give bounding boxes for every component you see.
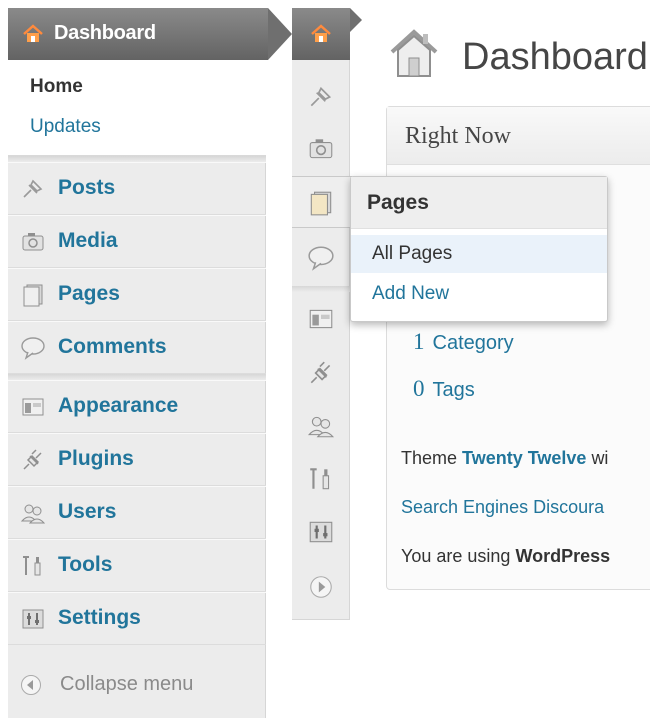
media-camera-icon [22, 233, 44, 251]
appearance-icon[interactable] [307, 306, 335, 332]
collapse-menu-label: Collapse menu [60, 673, 194, 695]
menu-item-dashboard[interactable]: Dashboard [8, 8, 292, 60]
menu-item-media[interactable]: Media [8, 215, 266, 268]
menu-label-posts: Posts [58, 176, 116, 199]
expand-arrow-icon[interactable] [307, 574, 335, 600]
menu-item-pages[interactable]: Pages [8, 268, 266, 321]
flyout-title: Pages [367, 191, 429, 214]
home-icon [23, 24, 43, 42]
submenu-item-home[interactable]: Home [30, 76, 83, 98]
menu-item-plugins[interactable]: Plugins [8, 433, 266, 486]
menu-label-pages: Pages [58, 282, 120, 305]
plug-icon [23, 449, 42, 470]
speech-bubble-icon [21, 337, 45, 360]
categories-count: 1 [413, 329, 425, 354]
pushpin-icon[interactable] [307, 84, 335, 110]
menu-separator [292, 286, 350, 292]
settings-icon [22, 609, 44, 629]
tags-count: 0 [413, 376, 425, 401]
tools-icon[interactable] [307, 466, 335, 492]
menu-label-plugins: Plugins [58, 447, 134, 470]
theme-suffix: wi [591, 448, 609, 468]
menu-item-appearance[interactable]: Appearance [8, 380, 266, 433]
page-title: Dashboard [462, 36, 648, 78]
menu-label-appearance: Appearance [58, 394, 179, 417]
settings-icon[interactable] [307, 519, 335, 545]
flyout-item-add-new[interactable]: Add New [351, 275, 607, 313]
menu-label-users: Users [58, 500, 117, 523]
menu-item-settings[interactable]: Settings [8, 592, 266, 645]
flyout-item-label: Add New [372, 283, 450, 304]
media-camera-icon[interactable] [307, 136, 335, 162]
menu-label-comments: Comments [58, 335, 167, 358]
admin-menu: Dashboard Home Updates Posts Media Pages [8, 8, 292, 718]
theme-prefix: Theme [401, 448, 458, 468]
pages-flyout-menu: Pages All Pages Add New [350, 176, 608, 322]
menu-label-dashboard: Dashboard [54, 22, 156, 44]
version-name: WordPress [515, 546, 611, 566]
version-prefix: You are using [401, 546, 511, 566]
theme-name-link[interactable]: Twenty Twelve [462, 448, 586, 468]
menu-label-settings: Settings [58, 606, 141, 629]
version-line: You are using WordPress [401, 546, 610, 567]
collapsed-menu-pages-active[interactable] [292, 176, 352, 228]
collapse-menu-button[interactable]: Collapse menu [8, 653, 266, 713]
tags-label: Tags [432, 379, 475, 401]
menu-item-posts[interactable]: Posts [8, 162, 266, 215]
users-icon[interactable] [307, 413, 335, 439]
collapse-arrow-icon [21, 675, 41, 695]
pushpin-icon [23, 179, 43, 198]
search-engines-link[interactable]: Search Engines Discoura [401, 497, 604, 518]
plug-icon[interactable] [307, 360, 335, 386]
tools-icon [23, 556, 41, 576]
home-icon [311, 24, 331, 42]
tags-count-link[interactable]: 0 Tags [413, 376, 475, 402]
widget-header[interactable]: Right Now [387, 107, 650, 165]
submenu-item-updates[interactable]: Updates [30, 116, 101, 138]
collapsed-admin-menu [292, 8, 362, 620]
categories-count-link[interactable]: 1 Category [413, 329, 514, 355]
menu-label-media: Media [58, 229, 118, 252]
theme-line: Theme Twenty Twelve wi [401, 448, 608, 469]
widget-title: Right Now [405, 123, 512, 149]
flyout-item-all-pages[interactable]: All Pages [351, 235, 607, 273]
flyout-item-label: All Pages [372, 243, 453, 264]
pages-icon [23, 284, 43, 307]
appearance-icon [22, 398, 44, 416]
menu-item-tools[interactable]: Tools [8, 539, 266, 592]
collapsed-menu-dashboard[interactable] [292, 8, 362, 60]
menu-item-comments[interactable]: Comments [8, 321, 266, 374]
categories-label: Category [432, 332, 514, 354]
flyout-header[interactable]: Pages [351, 177, 607, 229]
pages-icon [310, 191, 332, 216]
dashboard-submenu: Home Updates [8, 60, 266, 156]
menu-label-tools: Tools [58, 553, 113, 576]
dashboard-house-icon [390, 29, 438, 77]
users-icon [20, 504, 46, 524]
speech-bubble-icon[interactable] [307, 245, 335, 271]
menu-item-users[interactable]: Users [8, 486, 266, 539]
